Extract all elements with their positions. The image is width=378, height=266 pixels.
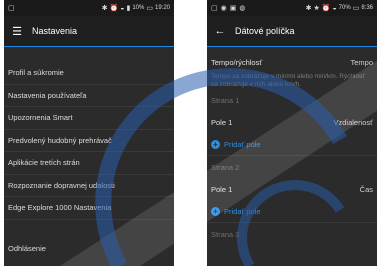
plus-icon: + — [211, 139, 220, 149]
pace-speed-value: Tempo — [350, 57, 373, 67]
notification-icon: ▣ — [229, 4, 237, 12]
section-page-1: Strana 1 — [211, 95, 240, 105]
wifi-icon: ◒ — [332, 4, 337, 12]
menu-item-user-settings[interactable]: Nastavenia používateľa — [4, 85, 174, 107]
settings-screen: ▢ ✱ ⏰ ◒ ▮ 10% ▭ 19:20 ☰ Nastavenia Profi… — [4, 0, 174, 266]
status-bar: ▢ ✱ ⏰ ◒ ▮ 10% ▭ 19:20 — [4, 0, 174, 16]
field-label: Pole 1 — [211, 117, 233, 127]
notification-icon: ◍ — [239, 4, 246, 12]
section-page-3: Strana 3 — [211, 229, 240, 239]
bluetooth-icon: ✱ — [305, 4, 312, 12]
add-field-label: Pridať pole — [224, 206, 261, 216]
field-label: Pole 1 — [211, 184, 233, 194]
signal-icon: ▮ — [126, 4, 131, 12]
menu-item-default-music-player[interactable]: Predvolený hudobný prehrávač — [4, 130, 174, 152]
data-fields-screen: ▢ ◉ ▣ ◍ ✱ ★ ⏰ ◒ 70% ▭ 8:36 ← Dátové polí… — [207, 0, 377, 266]
section-page-2: Strana 2 — [211, 162, 240, 172]
app-bar: ☰ Nastavenia — [4, 16, 174, 46]
battery-icon: ▭ — [352, 4, 360, 12]
field-value: Čas — [359, 184, 373, 194]
pace-speed-label: Tempo/rýchlosť — [211, 57, 263, 67]
field-row[interactable]: Pole 1 Vzdialenosť — [207, 111, 377, 133]
alarm-icon: ⏰ — [109, 4, 119, 12]
pace-speed-row[interactable]: Tempo/rýchlosť Tempo — [207, 51, 377, 73]
back-arrow-icon[interactable]: ← — [213, 25, 227, 37]
status-time: 19:20 — [154, 5, 170, 11]
alarm-icon: ⏰ — [321, 4, 331, 12]
star-icon: ★ — [313, 4, 320, 12]
menu-item-profile-privacy[interactable]: Profil a súkromie — [4, 62, 174, 85]
page-title: Dátové políčka — [235, 26, 295, 36]
menu-spacer — [4, 220, 174, 238]
page-title: Nastavenia — [32, 26, 78, 36]
logout-button[interactable]: Odhlásenie — [4, 238, 174, 261]
status-bar: ▢ ◉ ▣ ◍ ✱ ★ ⏰ ◒ 70% ▭ 8:36 — [207, 0, 377, 16]
add-field-label: Pridať pole — [224, 139, 261, 149]
menu-item-incident-detection[interactable]: Rozpoznanie dopravnej udalosti — [4, 175, 174, 197]
battery-icon: ▭ — [146, 4, 153, 12]
menu-item-device-settings[interactable]: Edge Explore 1000 Nastavenia — [4, 197, 174, 220]
pace-speed-description: Tempo sa zobrazuje v min/mi alebo min/km… — [211, 73, 365, 88]
battery-percent: 10% — [132, 5, 145, 11]
menu-item-smart-notifications[interactable]: Upozornenia Smart — [4, 107, 174, 130]
notification-icon: ◉ — [220, 4, 227, 12]
add-field-button[interactable]: + Pridať pole — [207, 200, 377, 222]
data-fields-list: Tempo/rýchlosť Tempo Tempo sa zobrazuje … — [207, 47, 377, 245]
status-time: 8:36 — [361, 5, 373, 11]
hamburger-menu-icon[interactable]: ☰ — [10, 25, 24, 38]
settings-menu: Profil a súkromie Nastavenia používateľa… — [4, 62, 174, 260]
wifi-icon: ◒ — [120, 4, 125, 12]
notification-icon: ▢ — [211, 4, 218, 12]
app-bar: ← Dátové políčka — [207, 16, 377, 46]
menu-item-third-party-apps[interactable]: Aplikácie tretích strán — [4, 152, 174, 175]
notification-icon: ▢ — [8, 4, 15, 12]
field-value: Vzdialenosť — [333, 117, 373, 127]
field-row[interactable]: Pole 1 Čas — [207, 178, 377, 200]
plus-icon: + — [211, 206, 220, 216]
app-bar-divider — [4, 46, 174, 47]
add-field-button[interactable]: + Pridať pole — [207, 133, 377, 155]
battery-percent: 70% — [338, 5, 351, 11]
bluetooth-icon: ✱ — [101, 4, 108, 12]
